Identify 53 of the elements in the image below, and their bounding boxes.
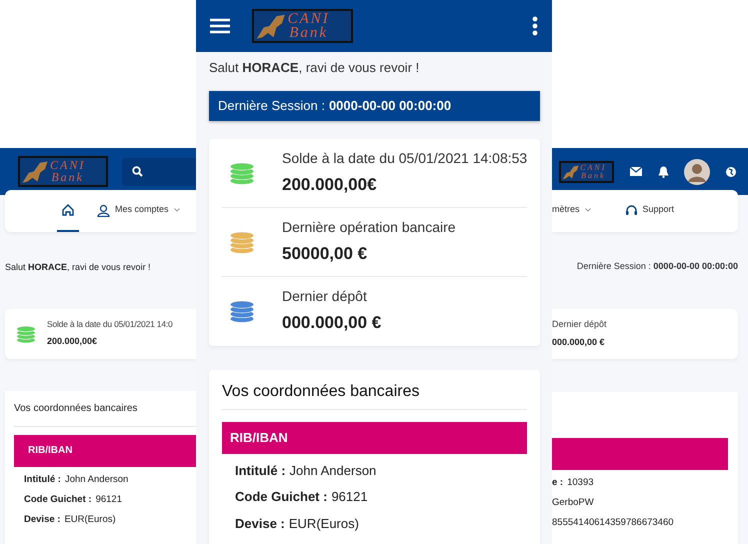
field-value: 96121 bbox=[331, 488, 368, 506]
nav-link[interactable]: Support bbox=[620, 190, 678, 232]
balance-label: Solde à la date du 05/01/2021 14:0 bbox=[47, 318, 173, 332]
search-field[interactable] bbox=[122, 158, 196, 186]
balance-amount: 50000,00 € bbox=[282, 242, 368, 265]
nav-link[interactable]: Mes comptes bbox=[93, 190, 184, 232]
field-value: 10393 bbox=[567, 476, 594, 490]
logo-text: CANI bbox=[580, 164, 606, 172]
bell-icon[interactable] bbox=[658, 166, 668, 178]
balance-amount: 000.000,00 € bbox=[552, 336, 606, 348]
field-label: Intitulé : bbox=[235, 462, 286, 480]
logo-text: Bank bbox=[288, 26, 330, 40]
user-icon bbox=[97, 204, 110, 216]
greeting: Salut HORACE, ravi de vous revoir ! bbox=[209, 59, 420, 77]
section-title: Vos coordonnées bancaires bbox=[222, 380, 527, 410]
balance-label: Dernière opération bancaire bbox=[282, 218, 456, 237]
field-value: John Anderson bbox=[64, 472, 128, 486]
field-value: EUR(Euros) bbox=[64, 513, 116, 527]
field-value: EUR(Euros) bbox=[288, 514, 359, 533]
headset-icon bbox=[624, 204, 638, 216]
nav-link[interactable]: mètres bbox=[552, 190, 595, 232]
home-icon bbox=[61, 203, 75, 217]
avatar-icon[interactable] bbox=[684, 158, 710, 184]
session-value: 0000-00-00 00:00:00 bbox=[328, 96, 452, 115]
field-label: Devise : bbox=[235, 514, 285, 532]
search-icon bbox=[132, 166, 143, 177]
mail-icon[interactable] bbox=[630, 167, 642, 176]
more-options-icon[interactable] bbox=[532, 16, 538, 36]
field-value: John Anderson bbox=[290, 462, 376, 480]
balance-amount: 000.000,00 € bbox=[282, 312, 382, 334]
menu-icon[interactable] bbox=[210, 18, 230, 34]
field-label: Code Guichet : bbox=[24, 492, 92, 507]
rib-header: RIB/IBAN bbox=[14, 434, 196, 466]
logo-text: CANI bbox=[50, 160, 86, 172]
field-value: GerboPW bbox=[552, 496, 594, 510]
logo-text: Bank bbox=[580, 172, 606, 180]
session-info: Dernière Session : 0000-00-00 00:00:00 bbox=[576, 260, 738, 273]
field-label: e : bbox=[552, 476, 564, 490]
field-value: 85554140614359786673460 bbox=[552, 516, 674, 530]
field-label: Devise : bbox=[24, 513, 60, 527]
field-label: Intitulé : bbox=[24, 472, 61, 486]
field-value: 96121 bbox=[96, 492, 122, 507]
balance-label: Dernier dépôt bbox=[552, 318, 608, 331]
greeting: Salut HORACE, ravi de vous revoir ! bbox=[5, 261, 152, 274]
logo-text: Bank bbox=[50, 172, 85, 183]
session-label: Dernière Session : bbox=[218, 96, 325, 115]
balance-amount: 200.000,00€ bbox=[47, 335, 98, 348]
logo-text: CANI bbox=[288, 12, 330, 26]
field-label: Code Guichet : bbox=[235, 488, 328, 506]
balance-label: Solde à la date du 05/01/2021 14:08:53 bbox=[282, 148, 528, 168]
rib-header: RIB/IBAN bbox=[222, 422, 527, 454]
balance-label: Dernier dépôt bbox=[282, 287, 368, 306]
balance-amount: 200.000,00€ bbox=[282, 174, 378, 196]
